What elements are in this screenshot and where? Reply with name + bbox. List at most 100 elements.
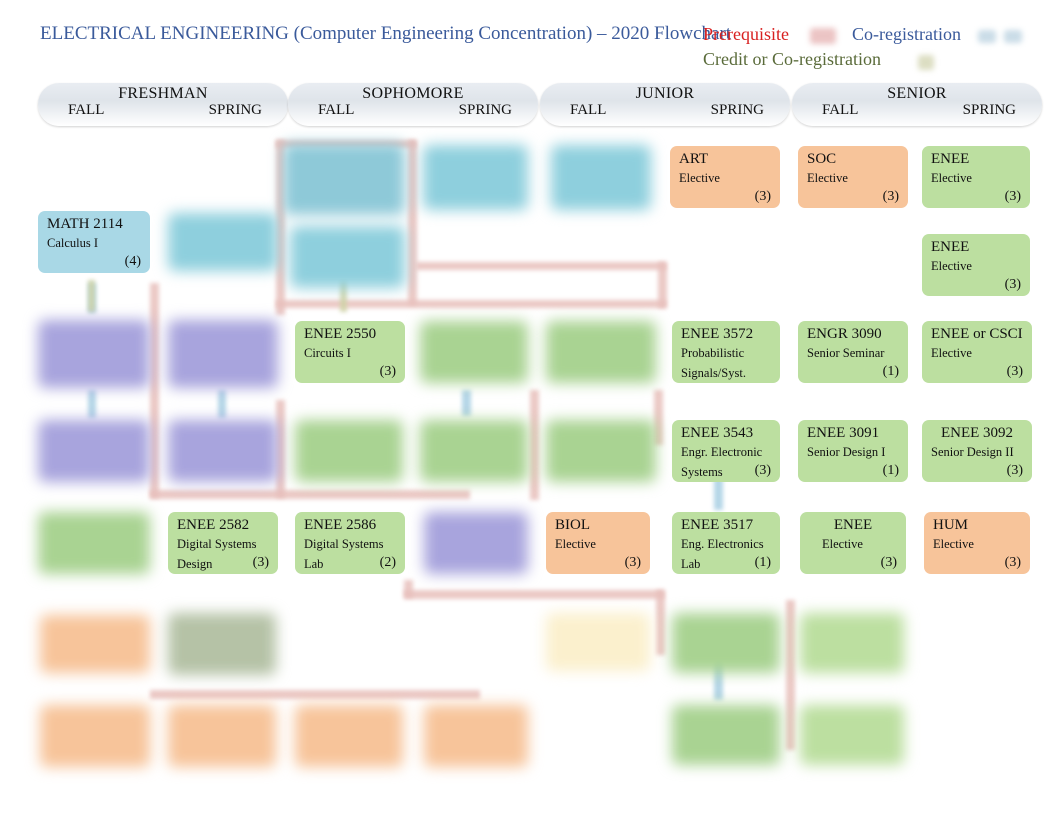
connector-coreg-2	[462, 390, 471, 416]
term-sophomore-spring: SPRING	[458, 102, 512, 118]
course-box-c27[interactable]	[38, 512, 150, 574]
course-box-c20[interactable]	[168, 420, 278, 482]
course-title-1: Elective	[807, 171, 848, 185]
course-code: ART	[679, 151, 709, 167]
course-box-c19[interactable]	[38, 420, 150, 482]
course-box-c45[interactable]	[800, 705, 904, 765]
course-box-c43[interactable]	[424, 705, 528, 767]
course-code: ENEE 2550	[304, 326, 377, 342]
page-title: ELECTRICAL ENGINEERING (Computer Enginee…	[40, 23, 732, 44]
course-box-c05[interactable]	[168, 213, 278, 271]
course-code: SOC	[807, 151, 837, 167]
course-box-enee-elective-2[interactable]: ENEE Elective (3)	[922, 234, 1030, 296]
legend-credit-swatch	[918, 55, 934, 70]
year-name-freshman: FRESHMAN	[118, 85, 208, 102]
course-code: ENGR 3090	[807, 326, 882, 342]
course-title-1: Elective	[931, 346, 972, 360]
course-code: BIOL	[555, 517, 590, 533]
course-box-engr-3090[interactable]: ENGR 3090 Senior Seminar (1)	[798, 321, 908, 383]
course-box-c36[interactable]	[168, 613, 276, 675]
course-box-enee-2550[interactable]: ENEE 2550 Circuits I (3)	[295, 321, 405, 383]
course-box-soc-elective[interactable]: SOC Elective (3)	[798, 146, 908, 208]
course-box-c40[interactable]	[40, 705, 150, 767]
course-box-c15[interactable]	[546, 321, 656, 383]
term-junior-fall: FALL	[570, 102, 607, 118]
course-code: ENEE 3092	[940, 425, 1014, 441]
course-box-c03[interactable]	[423, 145, 528, 210]
course-credits: (3)	[1006, 463, 1023, 478]
course-box-enee-2586[interactable]: ENEE 2586 Digital Systems Lab (2)	[295, 512, 405, 574]
legend-coregistration-label: Co-registration	[852, 24, 961, 44]
year-header-senior: SENIOR FALL SPRING	[792, 83, 1042, 126]
course-credits: (1)	[754, 555, 771, 570]
course-title-1: Elective	[931, 259, 972, 273]
connector-prereq-4	[276, 300, 666, 308]
course-box-c42[interactable]	[295, 705, 403, 767]
course-box-c39[interactable]	[800, 613, 904, 673]
course-box-c06[interactable]	[290, 226, 405, 288]
course-box-enee-3572[interactable]: ENEE 3572 Probabilistic Signals/Syst.	[672, 321, 780, 383]
course-title-1: Elective	[933, 537, 974, 551]
course-title-2: Lab	[681, 557, 701, 571]
course-title-2: Signals/Syst.	[681, 366, 746, 380]
course-box-c37[interactable]	[546, 613, 650, 671]
course-credits: (3)	[252, 555, 269, 570]
course-credits: (3)	[754, 463, 771, 478]
legend-credit-or-coregistration-label: Credit or Co-registration	[703, 49, 881, 69]
course-box-enee-2582[interactable]: ENEE 2582 Digital Systems Design (3)	[168, 512, 278, 574]
term-senior-fall: FALL	[822, 102, 859, 118]
connector-prereq-3	[408, 140, 417, 305]
course-box-c14[interactable]	[420, 321, 528, 383]
course-box-enee-3517[interactable]: ENEE 3517 Eng. Electronics Lab (1)	[672, 512, 780, 574]
course-credits: (1)	[882, 364, 899, 379]
course-box-c11[interactable]	[38, 320, 150, 388]
course-box-enee-3091[interactable]: ENEE 3091 Senior Design I (1)	[798, 420, 908, 482]
course-box-enee-elective-3[interactable]: ENEE Elective (3)	[800, 512, 906, 574]
year-header-freshman: FRESHMAN FALL SPRING	[38, 83, 288, 126]
course-box-enee-or-csci[interactable]: ENEE or CSCI Elective (3)	[922, 321, 1032, 383]
course-title-1: Senior Design I	[807, 445, 886, 459]
course-box-c38[interactable]	[672, 613, 780, 673]
course-box-c35[interactable]	[40, 615, 150, 673]
course-title-1: Probabilistic	[681, 346, 745, 360]
course-code: ENEE 3517	[681, 517, 754, 533]
course-credits: (4)	[124, 254, 141, 269]
course-title-2: Lab	[304, 557, 324, 571]
course-credits: (3)	[1004, 555, 1021, 570]
term-freshman-spring: SPRING	[208, 102, 262, 118]
course-code: ENEE	[931, 151, 970, 167]
course-title-1: Digital Systems	[177, 537, 257, 551]
course-box-math-2114[interactable]: MATH 2114 Calculus I (4)	[38, 211, 150, 273]
course-box-enee-3543[interactable]: ENEE 3543 Engr. Electronic Systems (3)	[672, 420, 780, 482]
course-box-c21[interactable]	[295, 420, 403, 482]
course-box-c22[interactable]	[420, 420, 528, 482]
course-box-c41[interactable]	[168, 705, 276, 767]
legend-prerequisite-swatch	[810, 28, 836, 44]
course-box-biol-elective[interactable]: BIOL Elective (3)	[546, 512, 650, 574]
course-title-1: Circuits I	[304, 346, 351, 360]
connector-prereq-12	[656, 590, 665, 655]
course-box-c02[interactable]	[283, 143, 405, 215]
course-box-c04[interactable]	[551, 145, 651, 210]
connector-coreg-6	[218, 390, 226, 418]
course-box-art-elective[interactable]: ART Elective (3)	[670, 146, 780, 208]
course-box-hum-elective[interactable]: HUM Elective (3)	[924, 512, 1030, 574]
course-code: ENEE 3091	[807, 425, 880, 441]
course-box-c44[interactable]	[672, 705, 780, 765]
course-box-c23[interactable]	[546, 420, 656, 482]
course-box-enee-3092[interactable]: ENEE 3092 Senior Design II (3)	[922, 420, 1032, 482]
course-code: ENEE 2582	[177, 517, 250, 533]
course-code: ENEE 3572	[681, 326, 754, 342]
course-box-c12[interactable]	[168, 320, 278, 388]
course-code: ENEE	[931, 239, 970, 255]
course-credits: (3)	[379, 364, 396, 379]
course-box-c30[interactable]	[424, 512, 528, 574]
legend-prerequisite-label: Prerequisite	[703, 24, 789, 44]
course-title-1: Elective	[679, 171, 720, 185]
year-name-sophomore: SOPHOMORE	[362, 85, 464, 102]
course-credits: (3)	[754, 189, 771, 204]
connector-prereq-14	[150, 690, 480, 699]
course-title-1: Elective	[555, 537, 596, 551]
course-title-1: Calculus I	[47, 236, 99, 250]
course-box-enee-elective-1[interactable]: ENEE Elective (3)	[922, 146, 1030, 208]
